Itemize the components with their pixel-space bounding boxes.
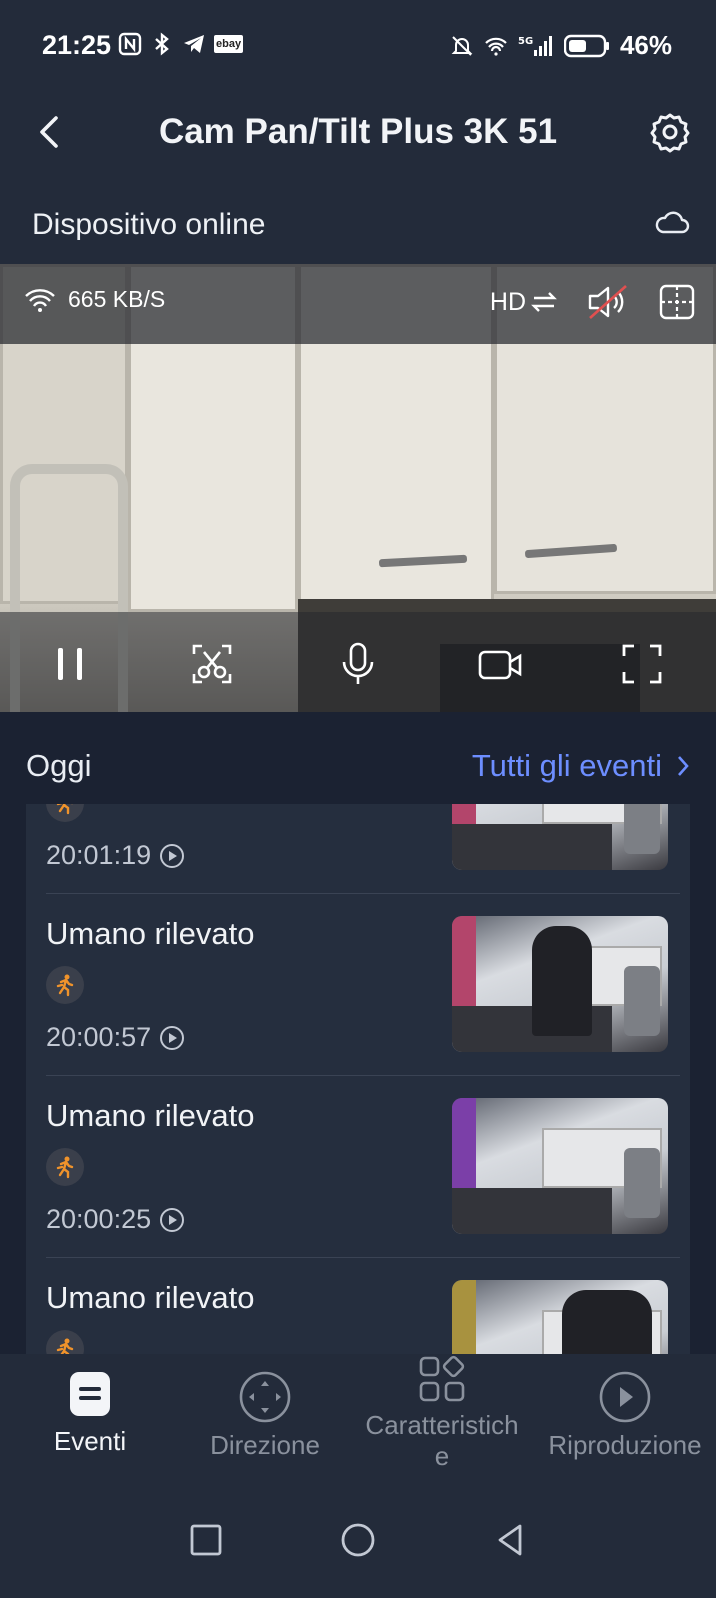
human-running-icon [46,966,84,1004]
signal-5g-icon: 5G [518,35,552,56]
event-title: Umano rilevato [46,1098,255,1133]
recents-square-icon[interactable] [186,1520,226,1560]
features-grid-icon [419,1355,465,1402]
video-controls-bar [0,612,716,712]
pause-icon[interactable] [46,640,94,688]
mute-icon [451,35,473,56]
cloud-icon[interactable] [654,208,690,236]
events-panel: Oggi Tutti gli eventi 20:01:19 Umano ril… [0,712,716,1354]
event-time: 20:00:57 [46,1022,152,1052]
bitrate-text: 665 KB/S [68,286,166,312]
system-nav-bar [0,1490,716,1598]
all-events-link[interactable]: Tutti gli eventi [472,748,690,784]
event-thumbnail[interactable] [452,804,668,870]
bottom-nav: Eventi Direzione Caratteristich e Riprod… [0,1354,716,1490]
record-video-icon[interactable] [476,640,524,688]
swap-arrows-icon [531,292,557,312]
microphone-icon[interactable] [334,640,382,688]
play-circle-icon[interactable] [159,1025,185,1051]
play-circle-icon [599,1371,651,1423]
battery-icon [563,34,609,57]
nav-tab-caratteristiche[interactable]: Caratteristich e [352,1354,532,1472]
all-events-label: Tutti gli eventi [471,748,662,783]
nav-tab-eventi[interactable]: Eventi [36,1370,144,1457]
event-thumbnail[interactable] [452,916,668,1052]
gear-icon[interactable] [648,110,692,154]
status-bar: 21:25 ebay 5G 46% [0,0,716,90]
human-running-icon [46,804,84,822]
event-item[interactable]: Umano rilevato 20:00:57 [26,894,690,1076]
nav-tab-riproduzione[interactable]: Riproduzione [540,1370,710,1461]
nav-label-direzione: Direzione [210,1430,320,1460]
event-time: 20:01:19 [46,840,152,870]
event-item[interactable]: Umano rilevato [26,1258,690,1354]
event-list[interactable]: 20:01:19 Umano rilevato 20:00:57 Umano r… [26,804,690,1354]
human-running-icon [46,1148,84,1186]
event-item[interactable]: 20:01:19 [26,804,690,894]
speaker-muted-icon[interactable] [586,282,630,322]
quality-toggle-button[interactable]: HD [490,288,558,317]
nav-tab-direzione[interactable]: Direzione [200,1370,330,1461]
chevron-right-icon [678,756,689,776]
nav-label-caratteristiche: Caratteristich e [365,1410,519,1472]
event-time: 20:00:25 [46,1204,152,1234]
event-thumbnail[interactable] [452,1098,668,1234]
screenshot-scissors-icon[interactable] [188,640,236,688]
telegram-icon [184,35,204,53]
nfc-icon [118,32,142,56]
grid-split-icon[interactable] [658,283,696,321]
device-status-text: Dispositivo online [32,208,266,241]
back-triangle-icon[interactable] [490,1520,530,1560]
event-item[interactable]: Umano rilevato 20:00:25 [26,1076,690,1258]
nav-label-eventi: Eventi [53,1426,127,1456]
bluetooth-icon [155,32,169,56]
home-circle-icon[interactable] [338,1520,378,1560]
events-list-icon [70,1372,110,1416]
play-circle-icon[interactable] [159,1207,185,1233]
quality-label: HD [489,287,526,316]
section-title-today: Oggi [26,748,92,783]
wifi-signal-icon [25,288,55,312]
fullscreen-icon[interactable] [618,640,666,688]
direction-pad-icon [239,1371,291,1423]
ebay-icon: ebay [214,35,244,53]
svg-text:5G: 5G [518,36,533,47]
event-title: Umano rilevato [46,1280,255,1315]
battery-percent: 46% [619,30,672,60]
app-bar: Cam Pan/Tilt Plus 3K 51 [0,90,716,178]
wifi-icon [485,37,507,56]
video-top-bar: 665 KB/S HD [0,264,716,344]
page-title: Cam Pan/Tilt Plus 3K 51 [158,112,558,151]
human-running-icon [46,1330,84,1354]
event-title: Umano rilevato [46,916,255,951]
event-thumbnail[interactable] [452,1280,668,1354]
play-circle-icon[interactable] [159,843,185,869]
live-video[interactable]: 665 KB/S HD [0,264,716,712]
device-status-row: Dispositivo online [0,178,716,264]
status-time: 21:25 [42,30,112,60]
nav-label-riproduzione: Riproduzione [548,1430,702,1460]
